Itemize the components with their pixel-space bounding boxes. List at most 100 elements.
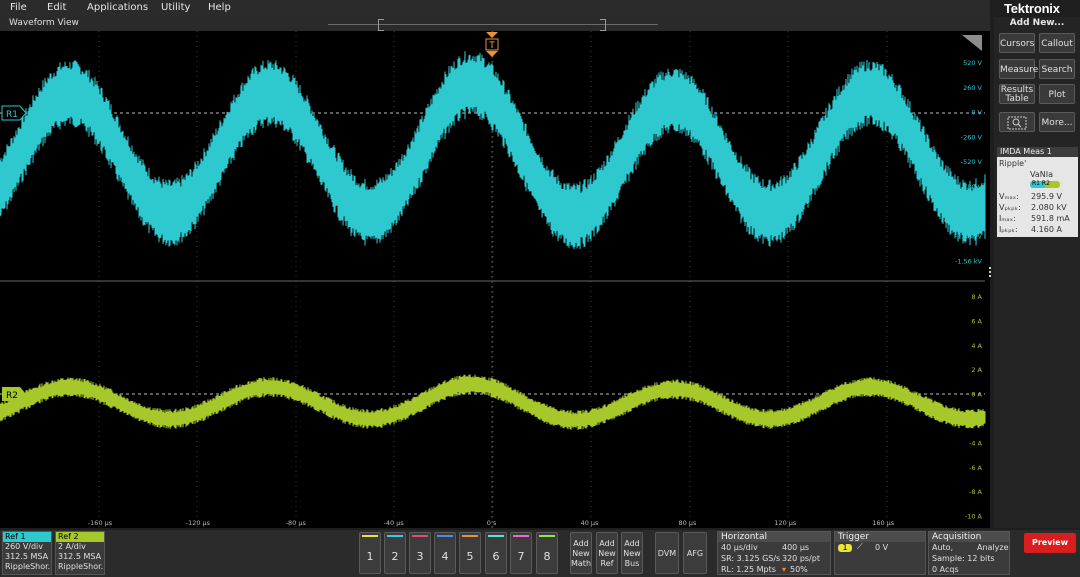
afg-button[interactable]: AFG xyxy=(683,532,707,574)
r1-scale-label: -1.56 kV xyxy=(955,257,983,265)
waveform-graticule: 520 V 260 V 0 V -260 V -520 V -780 V -1.04 kV -… xyxy=(0,31,986,528)
r2-scale-label: -2 A xyxy=(969,415,983,423)
add-new-bus-l2: New xyxy=(623,549,641,558)
horizontal-badge[interactable]: Horizontal 40 µs/div 400 µs SR: 3.125 GS… xyxy=(717,531,831,575)
trigger-head: Trigger xyxy=(835,532,925,542)
results-table-button[interactable]: Results Table xyxy=(999,84,1035,104)
r1-scale-label: 520 V xyxy=(963,59,982,67)
meas-row-label-1: Vₚₖₚₖ: xyxy=(999,203,1021,212)
more-button[interactable]: More... xyxy=(1039,112,1075,132)
ref2-file: RippleShor... xyxy=(58,562,105,571)
time-axis-label: 40 µs xyxy=(581,519,599,527)
channel-5-button[interactable]: 5 xyxy=(459,532,481,574)
ref1-badge[interactable]: Ref 1 260 V/div 312.5 MSA RippleShor... xyxy=(2,531,52,575)
meas-row-label-2: Iₘₐₓ: xyxy=(999,214,1016,223)
right-panel: Add New... Cursors Callout Measure Searc… xyxy=(989,17,1080,528)
r1-tag[interactable]: R1 xyxy=(1,105,27,121)
add-new-ref-button[interactable]: Add New Ref xyxy=(596,532,618,574)
r2-scale-label: -10 A xyxy=(965,513,983,521)
r2-scale-label: 2 A xyxy=(971,366,982,374)
channel-7-button[interactable]: 7 xyxy=(510,532,532,574)
ref1-rate: 312.5 MSA xyxy=(5,552,49,561)
r1-scale-label: 260 V xyxy=(963,84,982,92)
results-table-label-2: Table xyxy=(1005,94,1029,104)
acquisition-head: Acquisition xyxy=(929,532,1009,542)
menu-edit[interactable]: Edit xyxy=(47,2,66,13)
r1-scale-label: 0 V xyxy=(971,109,982,117)
measurement-source: VaNIa xyxy=(1030,170,1053,179)
menu-utility[interactable]: Utility xyxy=(161,2,190,13)
channel-2-button[interactable]: 2 xyxy=(384,532,406,574)
meas-row-label-0: Vₘₐₓ: xyxy=(999,192,1019,201)
trigger-badge[interactable]: Trigger 1 ⟋ 0 V xyxy=(834,531,926,575)
menu-file[interactable]: File xyxy=(10,2,27,13)
menu-help[interactable]: Help xyxy=(208,2,231,13)
acquisition-analyze: Analyze xyxy=(977,543,1009,552)
ref1-scale: 260 V/div xyxy=(5,542,44,551)
channel-6-label: 6 xyxy=(492,550,500,563)
cursors-button[interactable]: Cursors xyxy=(999,33,1035,53)
r1-waveform xyxy=(0,51,986,250)
search-button[interactable]: Search xyxy=(1039,59,1075,79)
time-axis-label: -120 µs xyxy=(186,519,211,527)
channel-1-label: 1 xyxy=(366,550,374,563)
r1-scale-label: -260 V xyxy=(961,133,983,141)
measurement-type: Ripple' xyxy=(999,159,1027,168)
callout-button[interactable]: Callout xyxy=(1039,33,1075,53)
preview-button[interactable]: Preview xyxy=(1024,533,1076,553)
dvm-button[interactable]: DVM xyxy=(655,532,679,574)
acquisition-badge[interactable]: Acquisition Auto, Analyze Sample: 12 bit… xyxy=(928,531,1010,575)
measurement-title: IMDA Meas 1 xyxy=(997,147,1078,157)
meas-row-label-3: Iₚₖₚₖ: xyxy=(999,225,1018,234)
ref2-badge[interactable]: Ref 2 2 A/div 312.5 MSA RippleShor... xyxy=(55,531,105,575)
r2-scale-label: 8 A xyxy=(971,293,982,301)
settings-bar: Ref 1 260 V/div 312.5 MSA RippleShor... … xyxy=(0,530,1080,577)
horizontal-resolution: 320 ps/pt xyxy=(782,554,820,563)
r2-scale-label: -8 A xyxy=(969,488,983,496)
menu-applications[interactable]: Applications xyxy=(87,2,148,13)
source-badge-label: R1 R2 xyxy=(1032,180,1050,187)
r1-scale-label: -1.30 kV xyxy=(955,233,983,241)
view-corner-icon xyxy=(962,35,982,51)
r2-scale-label: 0 A xyxy=(971,391,982,399)
trigger-position-marker[interactable]: T xyxy=(485,32,499,57)
record-bracket-right xyxy=(600,19,606,31)
channel-3-label: 3 xyxy=(416,550,424,563)
scope-display[interactable]: 520 V 260 V 0 V -260 V -520 V -780 V -1.04 kV -… xyxy=(0,31,990,528)
horizontal-duration: 400 µs xyxy=(782,543,810,552)
channel-8-button[interactable]: 8 xyxy=(536,532,558,574)
ref2-head: Ref 2 xyxy=(56,532,104,542)
plot-button[interactable]: Plot xyxy=(1039,84,1075,104)
meas-row-value-1: 2.080 kV xyxy=(1031,203,1067,212)
r2-scale-label: 4 A xyxy=(971,342,982,350)
channel-8-label: 8 xyxy=(543,550,551,563)
measure-button[interactable]: Measure xyxy=(999,59,1038,79)
channel-4-button[interactable]: 4 xyxy=(434,532,456,574)
zoom-button[interactable] xyxy=(999,112,1035,132)
r2-scale-label: -4 A xyxy=(969,439,983,447)
channel-6-button[interactable]: 6 xyxy=(485,532,507,574)
channel-4-label: 4 xyxy=(441,550,449,563)
r1-scale-label: -520 V xyxy=(961,158,983,166)
meas-row-value-3: 4.160 A xyxy=(1031,225,1062,234)
add-new-math-l3: Math xyxy=(571,559,592,568)
trigger-marker-label: T xyxy=(488,41,495,51)
measurement-badge[interactable]: IMDA Meas 1 Ripple' VaNIa R1 R2 Vₘₐₓ: 29… xyxy=(997,147,1078,237)
trigger-level: 0 V xyxy=(875,543,889,552)
horizontal-head: Horizontal xyxy=(718,532,830,542)
add-new-math-button[interactable]: Add New Math xyxy=(570,532,592,574)
panel-resize-handle[interactable] xyxy=(989,267,992,281)
add-new-label: Add New... xyxy=(1009,18,1065,28)
menu-bar: File Edit Applications Utility Help xyxy=(0,0,990,17)
waveform-traces xyxy=(0,51,986,430)
r2-scale-label: 6 A xyxy=(971,317,982,325)
add-new-bus-button[interactable]: Add New Bus xyxy=(621,532,643,574)
meas-row-value-2: 591.8 mA xyxy=(1031,214,1070,223)
channel-1-button[interactable]: 1 xyxy=(359,532,381,574)
channel-5-label: 5 xyxy=(466,550,474,563)
channel-3-button[interactable]: 3 xyxy=(409,532,431,574)
source-badge: R1 R2 xyxy=(1030,180,1060,188)
acquisition-mode: Auto, xyxy=(932,543,954,552)
rising-edge-icon: ⟋ xyxy=(857,542,863,551)
add-new-ref-l3: Ref xyxy=(600,559,614,568)
